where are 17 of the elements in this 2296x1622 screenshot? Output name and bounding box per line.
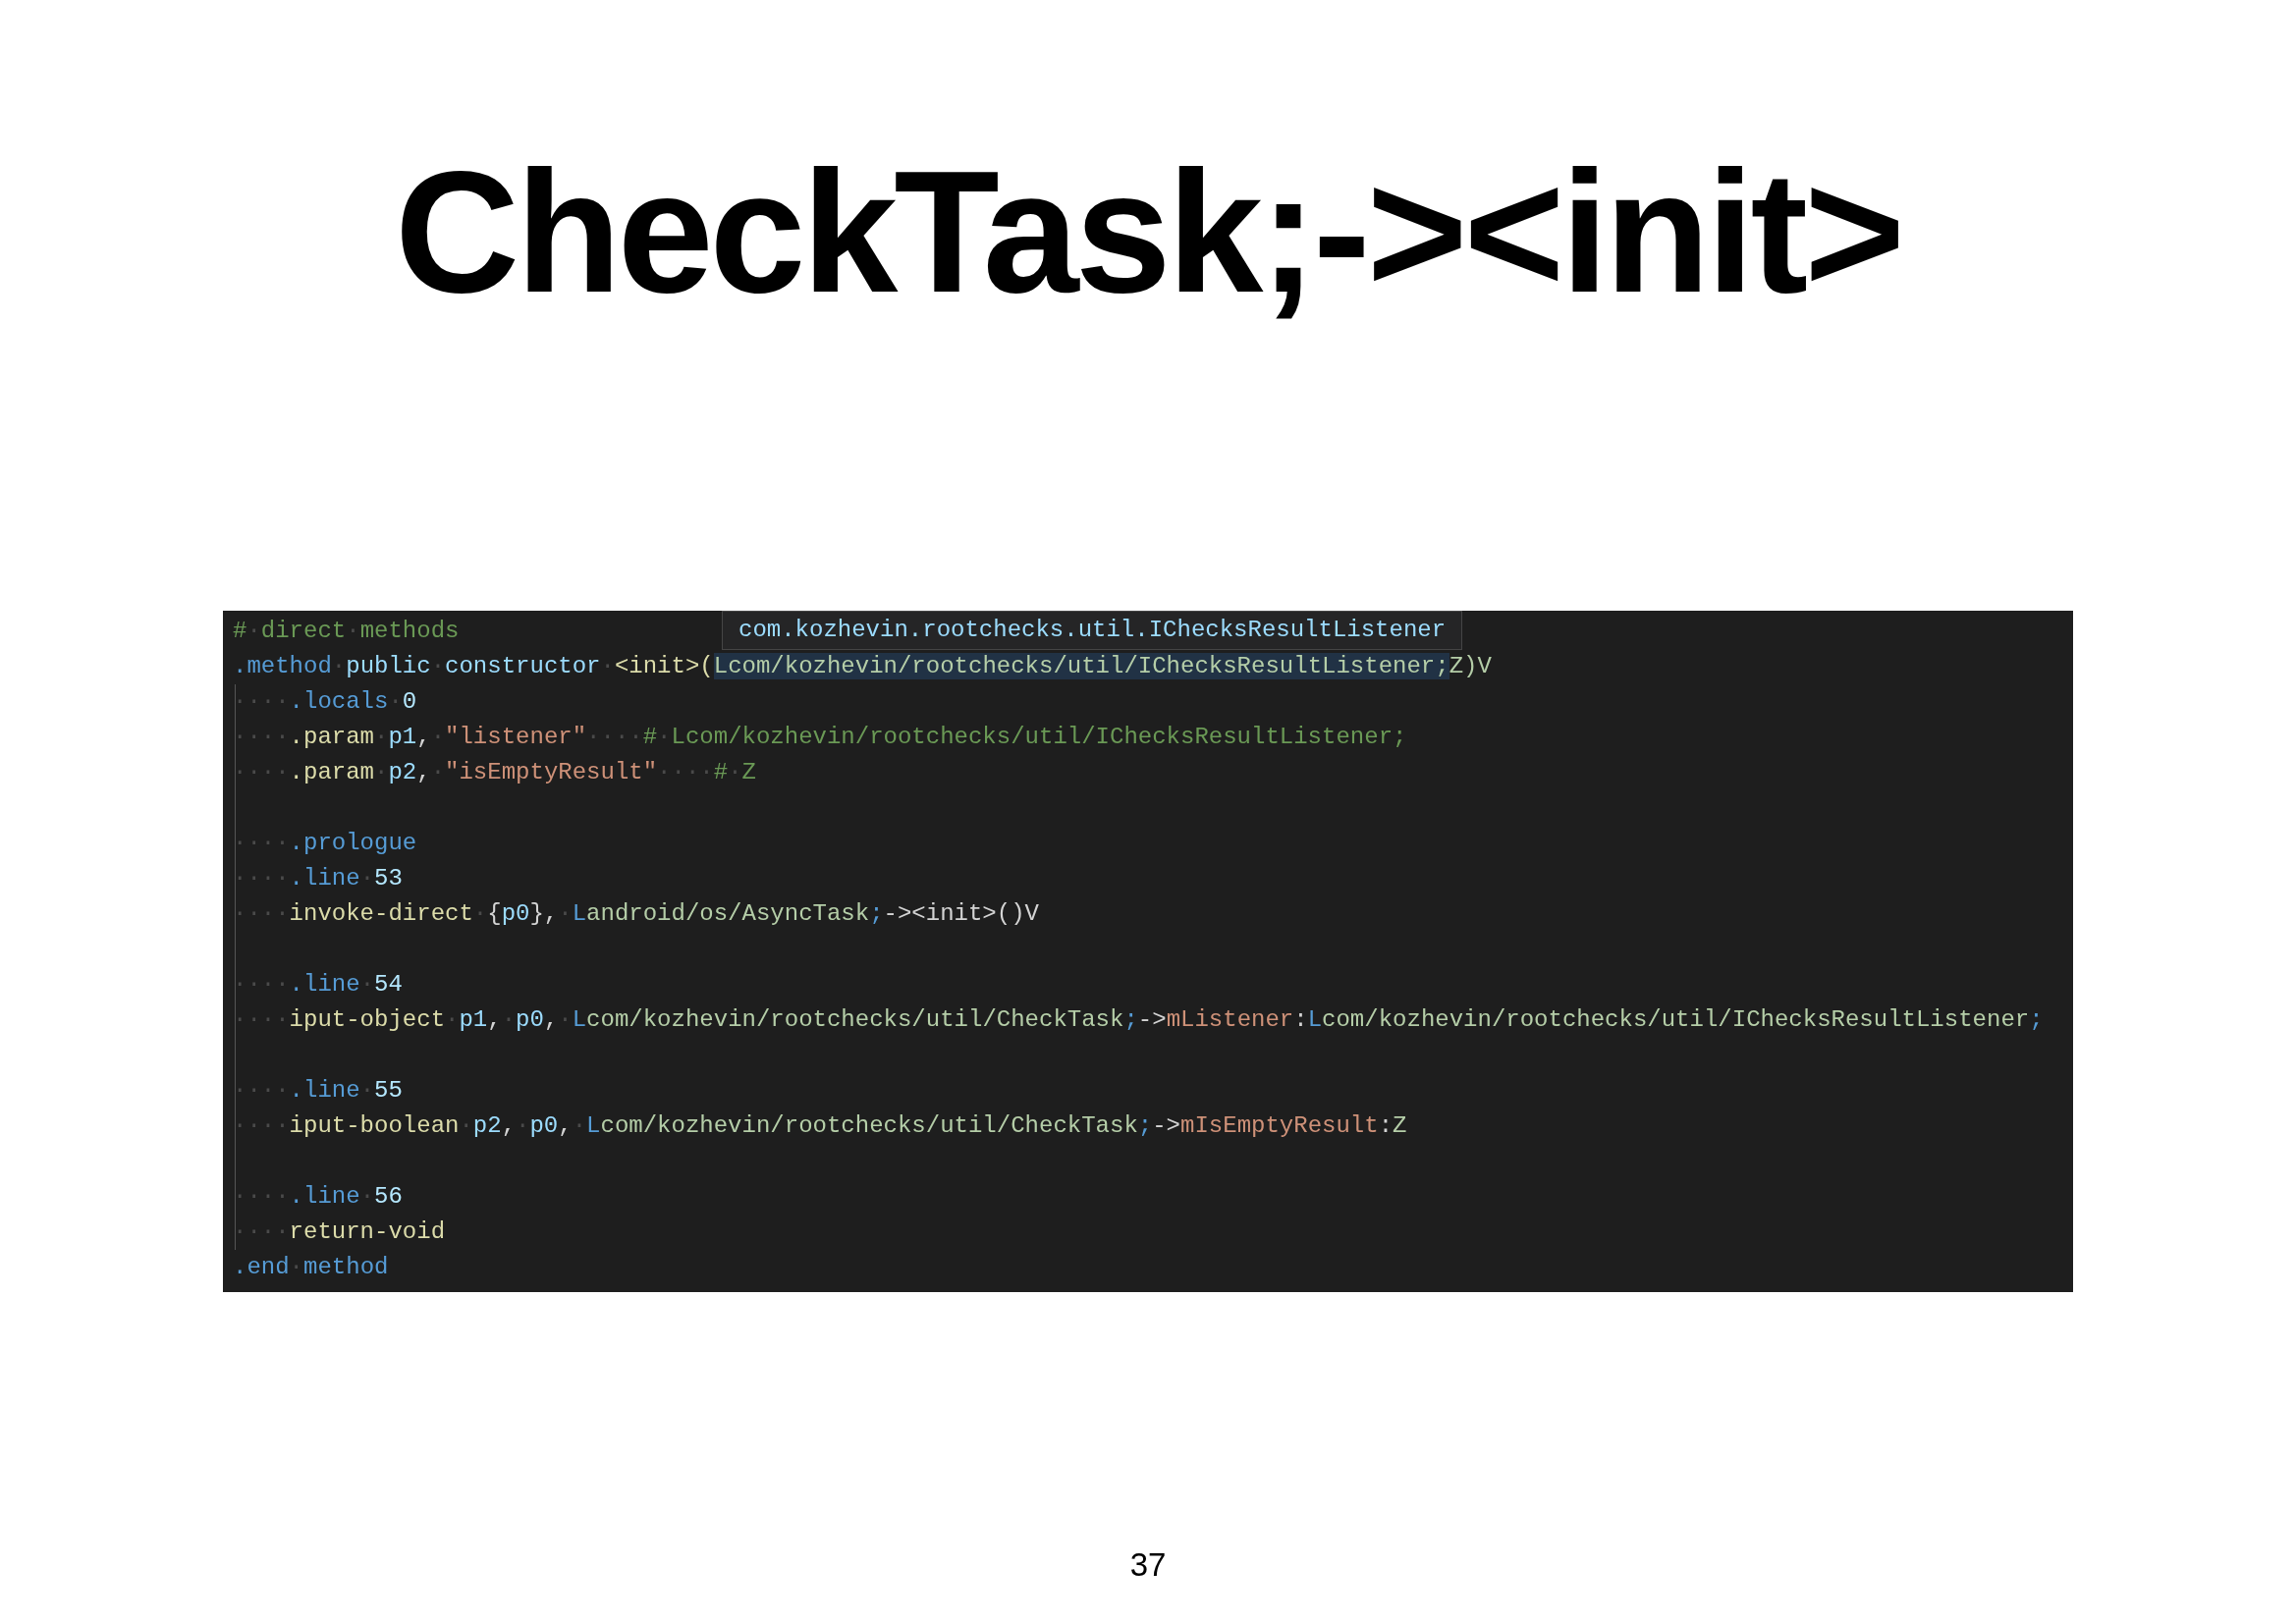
code-line: ····invoke-direct·{p0},·Landroid/os/AsyncTask;-><init>()V [233, 900, 1039, 927]
code-line: #·direct·methods [233, 618, 460, 644]
code-line: ····.locals·0 [233, 688, 417, 715]
code-line: ····.line·56 [233, 1183, 403, 1210]
page-number: 37 [1129, 1544, 1167, 1585]
code-line: ····.line·54 [233, 971, 403, 998]
code-line: ····iput-boolean·p2,·p0,·Lcom/kozhevin/rootchecks/util/CheckTask;->mIsEmptyResult:Z [233, 1112, 1407, 1139]
code-line: ····.prologue [233, 830, 417, 856]
code-line: ····.param·p1,·"listener"····#·Lcom/kozhevin/rootchecks/util/IChecksResultListener; [233, 724, 1407, 750]
code-line: ····iput-object·p1,·p0,·Lcom/kozhevin/rootchecks/util/CheckTask;->mListener:Lcom/kozhevin/rootchecks/util/IChecksResultListener; [233, 1006, 2044, 1033]
code-line: ····.line·55 [233, 1077, 403, 1104]
code-line: ····.line·53 [233, 865, 403, 892]
code-line: ····return-void [233, 1218, 446, 1245]
code-line: .end·method [233, 1254, 389, 1280]
code-line: ····.param·p2,·"isEmptyResult"····#·Z [233, 759, 756, 785]
hover-tooltip: com.kozhevin.rootchecks.util.IChecksResultListener [722, 611, 1463, 650]
slide-title: CheckTask;-><init> [395, 145, 1901, 318]
